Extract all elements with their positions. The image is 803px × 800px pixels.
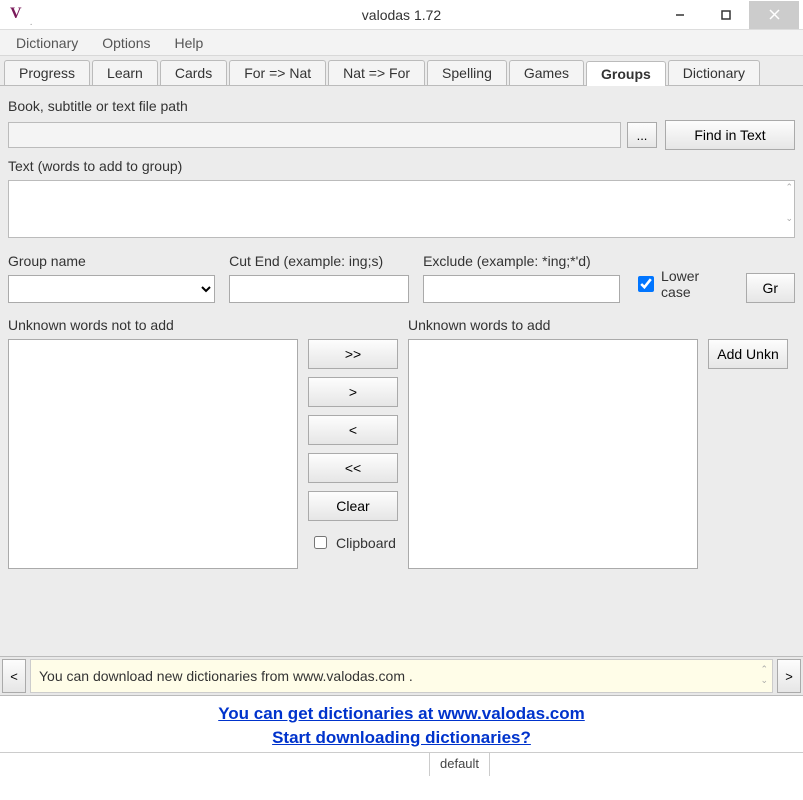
textarea-scroll-icons: ⌃⌄: [785, 182, 793, 224]
info-scroll-icons: ⌃⌄: [760, 664, 768, 686]
tab-nat-for[interactable]: Nat => For: [328, 60, 425, 85]
menu-help[interactable]: Help: [163, 33, 216, 53]
move-right-button[interactable]: >: [308, 377, 398, 407]
promo-links: You can get dictionaries at www.valodas.…: [0, 696, 803, 752]
unknown-not-listbox[interactable]: [8, 339, 298, 569]
cut-end-label: Cut End (example: ing;s): [229, 253, 409, 269]
clipboard-checkbox[interactable]: [314, 536, 327, 549]
path-input[interactable]: [8, 122, 621, 148]
tab-learn[interactable]: Learn: [92, 60, 158, 85]
window-title: valodas 1.72: [362, 7, 441, 23]
text-input[interactable]: [8, 180, 795, 238]
close-button[interactable]: [749, 1, 799, 29]
window-controls: [657, 1, 799, 29]
browse-button[interactable]: ...: [627, 122, 657, 148]
unknown-not-label: Unknown words not to add: [8, 317, 298, 333]
tab-cards[interactable]: Cards: [160, 60, 227, 85]
start-download-link[interactable]: Start downloading dictionaries?: [0, 726, 803, 750]
add-unknown-button[interactable]: Add Unkn: [708, 339, 788, 369]
group-name-select[interactable]: [8, 275, 215, 303]
find-in-text-button[interactable]: Find in Text: [665, 120, 795, 150]
minimize-button[interactable]: [657, 1, 703, 29]
menubar: Dictionary Options Help: [0, 30, 803, 56]
titlebar: V valodas 1.72: [0, 0, 803, 30]
status-cell-text: default: [430, 753, 490, 776]
exclude-input[interactable]: [423, 275, 620, 303]
status-cell-empty: [0, 753, 430, 776]
tab-groups[interactable]: Groups: [586, 61, 666, 86]
app-icon: V: [10, 5, 30, 25]
maximize-button[interactable]: [703, 1, 749, 29]
clipboard-label: Clipboard: [336, 535, 396, 551]
move-left-button[interactable]: <: [308, 415, 398, 445]
lower-case-checkbox[interactable]: [638, 276, 654, 292]
path-label: Book, subtitle or text file path: [8, 98, 795, 114]
clipboard-checkbox-wrap[interactable]: Clipboard: [310, 533, 396, 552]
get-dictionaries-link[interactable]: You can get dictionaries at www.valodas.…: [0, 702, 803, 726]
lower-case-checkbox-wrap[interactable]: Lower case: [634, 268, 731, 300]
menu-options[interactable]: Options: [90, 33, 162, 53]
info-strip: < You can download new dictionaries from…: [0, 656, 803, 696]
lower-case-label: Lower case: [661, 268, 731, 300]
tab-games[interactable]: Games: [509, 60, 584, 85]
move-all-right-button[interactable]: >>: [308, 339, 398, 369]
tabstrip: Progress Learn Cards For => Nat Nat => F…: [0, 56, 803, 86]
exclude-label: Exclude (example: *ing;*'d): [423, 253, 620, 269]
tab-spelling[interactable]: Spelling: [427, 60, 507, 85]
info-message: You can download new dictionaries from w…: [39, 668, 413, 684]
unknown-to-listbox[interactable]: [408, 339, 698, 569]
gr-button[interactable]: Gr: [746, 273, 796, 303]
clear-button[interactable]: Clear: [308, 491, 398, 521]
tab-for-nat[interactable]: For => Nat: [229, 60, 326, 85]
group-name-label: Group name: [8, 253, 215, 269]
tab-dictionary[interactable]: Dictionary: [668, 60, 760, 85]
text-label: Text (words to add to group): [8, 158, 795, 174]
info-message-box: You can download new dictionaries from w…: [30, 659, 773, 693]
content-groups: Book, subtitle or text file path ... Fin…: [0, 86, 803, 656]
menu-dictionary[interactable]: Dictionary: [4, 33, 90, 53]
move-all-left-button[interactable]: <<: [308, 453, 398, 483]
tab-progress[interactable]: Progress: [4, 60, 90, 85]
info-next-button[interactable]: >: [777, 659, 801, 693]
unknown-to-label: Unknown words to add: [408, 317, 698, 333]
cut-end-input[interactable]: [229, 275, 409, 303]
statusbar: default: [0, 752, 803, 776]
info-prev-button[interactable]: <: [2, 659, 26, 693]
